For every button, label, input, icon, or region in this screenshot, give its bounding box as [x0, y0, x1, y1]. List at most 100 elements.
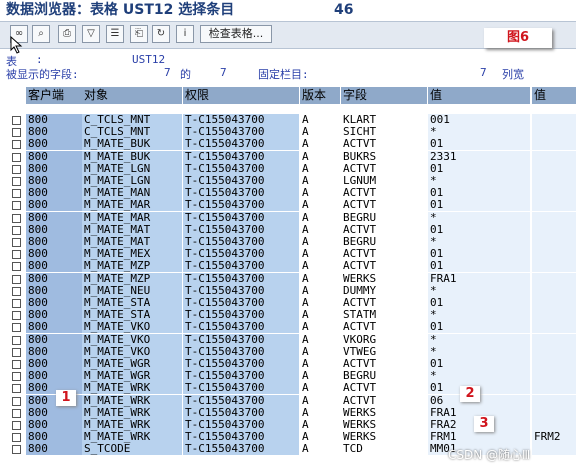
- cell-object: M_MATE_MZP: [82, 260, 182, 273]
- row-select-checkbox[interactable]: [12, 360, 21, 369]
- table-row[interactable]: 800 M_MATE_WRK T-C155043700 A ACTVT 06: [0, 394, 576, 407]
- column-header-client[interactable]: 客户端: [26, 87, 82, 104]
- row-select-checkbox[interactable]: [12, 128, 21, 138]
- row-select-checkbox[interactable]: [12, 286, 21, 296]
- row-select-checkbox[interactable]: [12, 445, 21, 455]
- cell-value2: [532, 358, 576, 370]
- export-icon[interactable]: ⎗: [130, 25, 148, 43]
- cell-value2: [532, 394, 576, 407]
- row-select-checkbox[interactable]: [12, 335, 21, 345]
- cell-field: BUKRS: [341, 150, 427, 163]
- row-select-checkbox[interactable]: [12, 201, 21, 211]
- info-icon[interactable]: i: [176, 25, 194, 43]
- row-select-checkbox[interactable]: [12, 299, 21, 308]
- table-row[interactable]: 800 M_MATE_MAR T-C155043700 A BEGRU *: [0, 211, 576, 224]
- row-select-checkbox[interactable]: [12, 116, 21, 125]
- column-header-version[interactable]: 版本: [300, 87, 340, 104]
- table-row[interactable]: 800 M_MATE_MZP T-C155043700 A WERKS FRA1: [0, 272, 576, 285]
- row-select-checkbox[interactable]: [12, 225, 21, 235]
- table-row[interactable]: 800 C_TCLS_MNT T-C155043700 A SICHT *: [0, 126, 576, 139]
- cell-value: *: [428, 345, 530, 358]
- table-row[interactable]: 800 M_MATE_STA T-C155043700 A ACTVT 01: [0, 297, 576, 309]
- table-row[interactable]: 800 M_MATE_WRK T-C155043700 A WERKS FRM1 FRM2: [0, 431, 576, 444]
- cell-version: A: [300, 419, 340, 431]
- cell-field: WERKS: [341, 419, 427, 431]
- table-row[interactable]: 800 M_MATE_WGR T-C155043700 A BEGRU *: [0, 370, 576, 383]
- cell-object: M_MATE_WRK: [82, 394, 182, 407]
- cell-value2: [532, 284, 576, 297]
- row-select-checkbox[interactable]: [12, 372, 21, 382]
- row-select-checkbox[interactable]: [12, 433, 21, 443]
- table-row[interactable]: 800 M_MATE_VKO T-C155043700 A VKORG *: [0, 333, 576, 346]
- table-row[interactable]: 800 C_TCLS_MNT T-C155043700 A KLART 001: [0, 114, 576, 126]
- row-select-checkbox[interactable]: [12, 311, 21, 321]
- row-select-checkbox[interactable]: [12, 152, 21, 162]
- row-select-checkbox[interactable]: [12, 189, 21, 199]
- column-header-auth[interactable]: 权限: [183, 87, 299, 104]
- column-header-field[interactable]: 字段: [341, 87, 427, 104]
- cell-value2: [532, 187, 576, 200]
- table-row[interactable]: 800 M_MATE_BUK T-C155043700 A ACTVT 01: [0, 138, 576, 151]
- cell-auth: T-C155043700: [183, 382, 299, 395]
- row-select-checkbox[interactable]: [12, 323, 21, 333]
- row-select-checkbox[interactable]: [12, 140, 21, 150]
- row-select-checkbox[interactable]: [12, 384, 21, 394]
- cell-version: A: [300, 199, 340, 212]
- table-row[interactable]: 800 M_MATE_MAT T-C155043700 A ACTVT 01: [0, 223, 576, 236]
- cell-field: ACTVT: [341, 199, 427, 212]
- row-select-checkbox[interactable]: [12, 347, 21, 357]
- cell-field: ACTVT: [341, 260, 427, 273]
- details-icon[interactable]: ☰: [106, 25, 124, 43]
- cell-object: M_MATE_WRK: [82, 431, 182, 444]
- cell-version: A: [300, 382, 340, 395]
- refresh-icon[interactable]: ↻: [152, 25, 170, 43]
- row-select-checkbox[interactable]: [12, 274, 21, 284]
- table-row[interactable]: 800 M_MATE_WRK T-C155043700 A ACTVT 01: [0, 382, 576, 395]
- table-row[interactable]: 800 M_MATE_NEU T-C155043700 A DUMMY *: [0, 284, 576, 297]
- table-row[interactable]: 800 M_MATE_MZP T-C155043700 A ACTVT 01: [0, 260, 576, 273]
- fixed-columns-value[interactable]: 7: [480, 66, 487, 79]
- table-row[interactable]: 800 M_MATE_MAN T-C155043700 A ACTVT 01: [0, 187, 576, 200]
- row-select-checkbox[interactable]: [12, 177, 21, 186]
- cell-value: *: [428, 175, 530, 187]
- table-row[interactable]: 800 M_MATE_BUK T-C155043700 A BUKRS 2331: [0, 150, 576, 163]
- table-row[interactable]: 800 M_MATE_WGR T-C155043700 A ACTVT 01: [0, 358, 576, 370]
- row-select-checkbox[interactable]: [12, 164, 21, 174]
- column-header-value[interactable]: 值: [428, 87, 530, 104]
- row-select-checkbox[interactable]: [12, 262, 21, 272]
- row-select-checkbox[interactable]: [12, 238, 21, 247]
- table-row[interactable]: 800 M_MATE_VKO T-C155043700 A VTWEG *: [0, 345, 576, 358]
- filter-icon[interactable]: ▽: [82, 25, 100, 43]
- row-select-checkbox[interactable]: [12, 250, 21, 260]
- table-row[interactable]: 800 M_MATE_MEX T-C155043700 A ACTVT 01: [0, 248, 576, 261]
- cell-client: 800: [26, 199, 82, 212]
- cell-object: M_MATE_MAR: [82, 211, 182, 224]
- table-row[interactable]: 800 M_MATE_MAR T-C155043700 A ACTVT 01: [0, 199, 576, 212]
- row-select-checkbox[interactable]: [12, 421, 21, 430]
- cell-auth: T-C155043700: [183, 370, 299, 383]
- cell-field: LGNUM: [341, 175, 427, 187]
- cell-auth: T-C155043700: [183, 297, 299, 309]
- table-row[interactable]: 800 M_MATE_VKO T-C155043700 A ACTVT 01: [0, 321, 576, 334]
- table-row[interactable]: 800 M_MATE_MAT T-C155043700 A BEGRU *: [0, 236, 576, 248]
- cell-value: 001: [428, 114, 530, 126]
- cell-version: A: [300, 260, 340, 273]
- column-header-value2[interactable]: 值: [532, 87, 576, 104]
- cell-object: M_MATE_BUK: [82, 138, 182, 151]
- check-table-button[interactable]: 检查表格...: [200, 25, 272, 43]
- row-select-checkbox[interactable]: [12, 396, 21, 406]
- column-header-object[interactable]: 对象: [82, 87, 182, 104]
- cell-version: A: [300, 248, 340, 261]
- table-row[interactable]: 800 M_MATE_LGN T-C155043700 A LGNUM *: [0, 175, 576, 187]
- cell-object: M_MATE_MAT: [82, 236, 182, 248]
- find-icon[interactable]: ⌕: [32, 25, 50, 43]
- print-icon[interactable]: ⎙: [58, 25, 76, 43]
- cell-object: M_MATE_STA: [82, 297, 182, 309]
- cell-client: 800: [26, 406, 82, 419]
- table-row[interactable]: 800 M_MATE_STA T-C155043700 A STATM *: [0, 309, 576, 322]
- row-select-checkbox[interactable]: [12, 213, 21, 223]
- table-row[interactable]: 800 M_MATE_LGN T-C155043700 A ACTVT 01: [0, 162, 576, 175]
- row-select-checkbox[interactable]: [12, 408, 21, 418]
- cell-auth: T-C155043700: [183, 309, 299, 322]
- cell-client: 800: [26, 162, 82, 175]
